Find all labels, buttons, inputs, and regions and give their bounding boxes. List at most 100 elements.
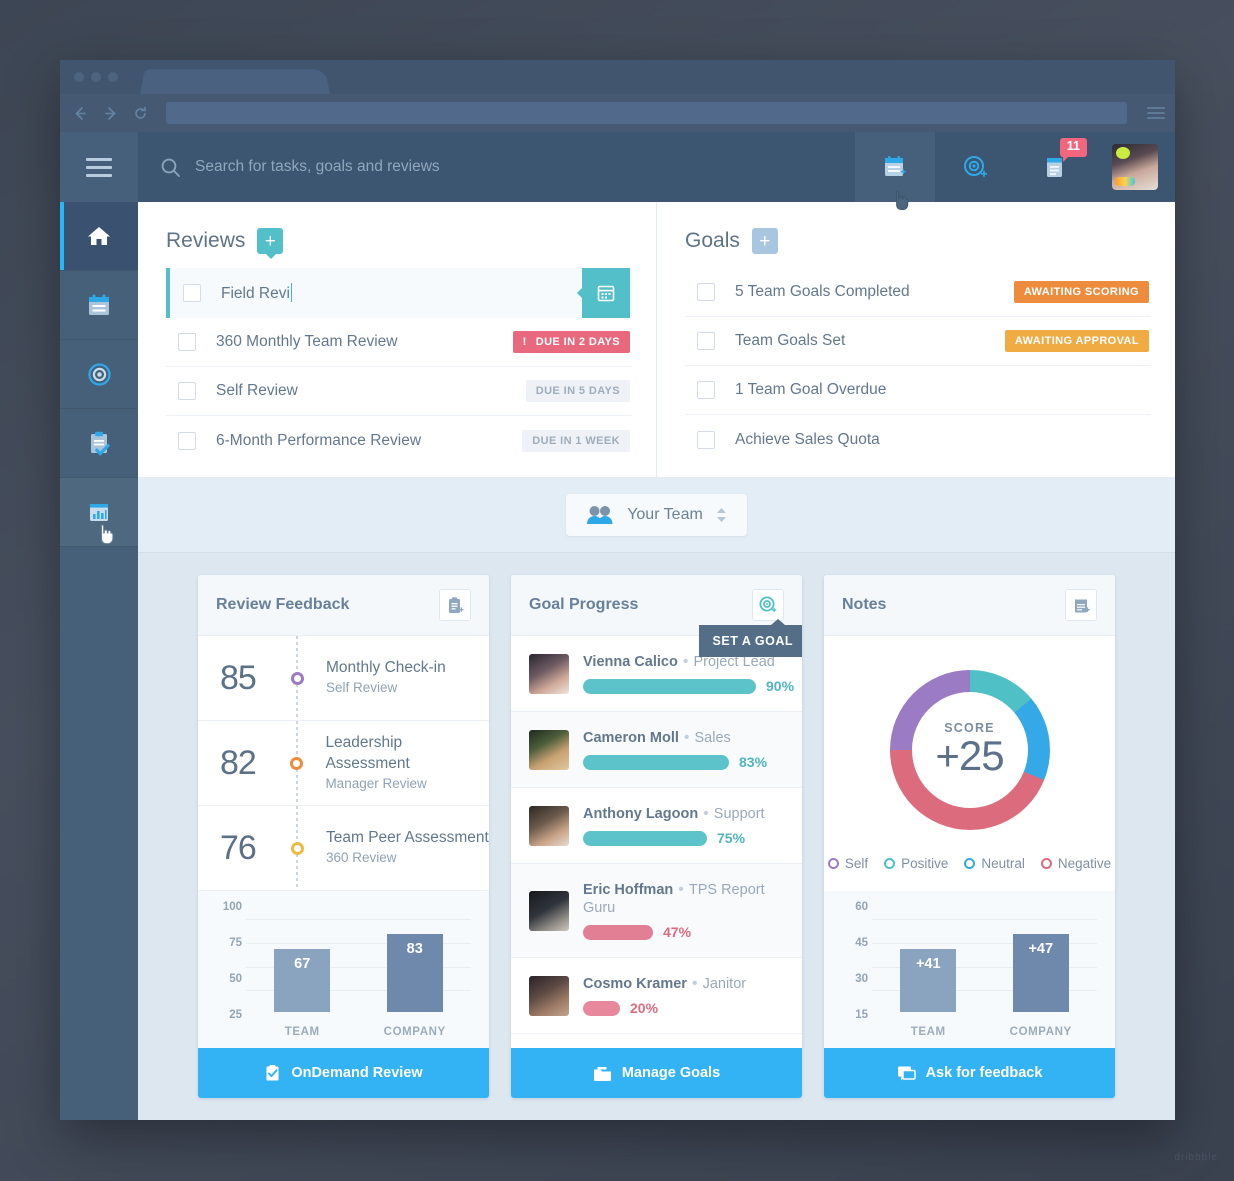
add-review-button[interactable]: + xyxy=(257,228,284,259)
goals-panel-header: Goals + xyxy=(685,228,1151,254)
feedback-row[interactable]: 82 Leadership Assessment Manager Review xyxy=(198,721,489,806)
goal-checkbox[interactable] xyxy=(697,430,715,449)
legend-item-negative[interactable]: Negative xyxy=(1040,856,1112,871)
browser-tab[interactable] xyxy=(140,69,330,94)
notifications-icon[interactable]: 11 xyxy=(1015,132,1095,202)
person-name: Vienna Calico xyxy=(583,654,678,670)
sidebar-item-calendar[interactable] xyxy=(60,271,138,340)
x-tick-label: COMPANY xyxy=(383,1026,446,1038)
goal-progress-row[interactable]: Eric Hoffman • TPS Report Guru 47% xyxy=(511,864,802,958)
y-tick-label: 100 xyxy=(222,900,242,913)
manage-goals-button[interactable]: Manage Goals xyxy=(511,1048,802,1098)
goals-panel: Goals + 5 Team Goals Completed AWAITING … xyxy=(657,202,1175,477)
person-role: Support xyxy=(713,806,765,822)
stepper-updown-icon[interactable] xyxy=(716,507,727,523)
browser-url-bar[interactable] xyxy=(166,102,1127,124)
reload-icon[interactable] xyxy=(130,103,150,123)
person-name: Cosmo Kramer xyxy=(583,976,687,992)
feedback-score: 76 xyxy=(220,828,257,867)
goal-progress-row[interactable]: Cameron Moll • Sales 83% xyxy=(511,712,802,788)
review-title-input[interactable]: Field Revi xyxy=(221,283,582,303)
ondemand-review-button[interactable]: OnDemand Review xyxy=(198,1048,489,1098)
review-due-date-button[interactable] xyxy=(577,268,630,318)
person-role: Janitor xyxy=(702,976,747,992)
review-checkbox[interactable] xyxy=(178,431,196,450)
search-input[interactable] xyxy=(195,158,821,176)
review-checkbox[interactable] xyxy=(183,284,201,302)
goal-progress-row[interactable]: Cosmo Kramer • Janitor 20% xyxy=(511,958,802,1034)
card-header: Notes xyxy=(824,575,1115,636)
goal-progress-card: Goal Progress SET A GOAL Vienna Calico •… xyxy=(511,575,802,1098)
close-window-button[interactable] xyxy=(74,72,84,82)
maximize-window-button[interactable] xyxy=(108,72,118,82)
legend-item-self[interactable]: Self xyxy=(827,856,868,871)
goal-row[interactable]: Achieve Sales Quota xyxy=(685,415,1151,464)
watermark: dribbble xyxy=(1174,1152,1218,1163)
goal-progress-row[interactable]: Anthony Lagoon • Support 75% xyxy=(511,788,802,864)
review-checkbox[interactable] xyxy=(178,333,196,351)
goal-row[interactable]: 1 Team Goal Overdue xyxy=(685,366,1151,415)
bar-chart-icon xyxy=(86,499,112,525)
ask-for-feedback-button[interactable]: Ask for feedback xyxy=(824,1048,1115,1098)
clipboard-add-icon[interactable] xyxy=(439,589,471,621)
notes-bar-chart: 60 45 30 15 +41 +47 TEAM COMPANY xyxy=(824,891,1115,1048)
minimize-window-button[interactable] xyxy=(91,72,101,82)
review-row[interactable]: 360 Monthly Team Review ! DUE IN 2 DAYS xyxy=(166,318,632,367)
avatar[interactable] xyxy=(1095,132,1175,202)
card-title: Notes xyxy=(842,596,887,613)
legend-item-neutral[interactable]: Neutral xyxy=(964,856,1025,871)
add-goal-button[interactable]: + xyxy=(751,228,778,254)
sidebar-item-goals[interactable] xyxy=(60,340,138,409)
feedback-row[interactable]: 85 Monthly Check-in Self Review xyxy=(198,636,489,721)
goal-checkbox[interactable] xyxy=(697,381,715,399)
reviews-panel: Reviews + Field Revi 360 Monthly Team Re… xyxy=(138,202,657,477)
note-add-icon[interactable] xyxy=(1065,589,1097,621)
search-bar[interactable] xyxy=(138,132,855,202)
x-tick-label: COMPANY xyxy=(1009,1026,1072,1038)
team-selector-strip: Your Team xyxy=(138,477,1175,553)
bar-value-label: 67 xyxy=(274,949,331,1012)
feedback-dot xyxy=(290,841,304,855)
sidebar-item-reports[interactable] xyxy=(60,478,138,547)
goal-checkbox[interactable] xyxy=(697,332,715,350)
chart-column-team: 67 xyxy=(246,909,359,1012)
team-selector-dropdown[interactable]: Your Team xyxy=(566,493,747,536)
legend-item-positive[interactable]: Positive xyxy=(884,856,948,871)
forward-arrow-icon[interactable] xyxy=(100,103,120,123)
progress-bar xyxy=(583,1000,620,1016)
goal-row[interactable]: Team Goals Set AWAITING APPROVAL xyxy=(685,317,1151,366)
feedback-text: Leadership Assessment Manager Review xyxy=(311,733,489,793)
review-label: 6-Month Performance Review xyxy=(216,431,422,449)
target-add-icon[interactable] xyxy=(752,589,784,621)
y-tick-label: 45 xyxy=(855,936,868,949)
browser-menu-icon[interactable] xyxy=(1147,107,1165,119)
goal-row[interactable]: 5 Team Goals Completed AWAITING SCORING xyxy=(685,268,1151,317)
feedback-row[interactable]: 76 Team Peer Assessment 360 Review xyxy=(198,806,489,891)
review-due-tag: ! DUE IN 2 DAYS xyxy=(512,331,630,353)
person-name: Eric Hoffman xyxy=(583,882,674,898)
goal-progress-person: Eric Hoffman • TPS Report Guru xyxy=(583,881,765,916)
goal-label: Team Goals Set xyxy=(735,332,846,349)
x-tick-label: TEAM xyxy=(284,1026,320,1038)
sidebar-item-home[interactable] xyxy=(60,202,138,271)
back-arrow-icon[interactable] xyxy=(70,103,90,123)
review-row[interactable]: 6-Month Performance Review DUE IN 1 WEEK xyxy=(166,416,632,465)
new-goal-icon[interactable] xyxy=(935,132,1015,202)
legend-label: Negative xyxy=(1057,856,1112,871)
progress-percent: 20% xyxy=(630,1000,659,1016)
window-traffic-lights[interactable] xyxy=(74,72,118,82)
review-row-editing[interactable]: Field Revi xyxy=(166,268,632,318)
goal-progress-body: Anthony Lagoon • Support 75% xyxy=(583,805,784,846)
notification-badge: 11 xyxy=(1059,138,1087,162)
review-row[interactable]: Self Review DUE IN 5 DAYS xyxy=(166,367,632,416)
avatar xyxy=(529,729,569,770)
feedback-subtitle: Self Review xyxy=(326,680,398,696)
review-checkbox[interactable] xyxy=(178,382,196,400)
goal-progress-body: Cosmo Kramer • Janitor 20% xyxy=(583,975,784,1016)
clipboard-check-icon xyxy=(264,1064,281,1082)
sidebar-item-reviews[interactable] xyxy=(60,409,138,478)
browser-window: 11 xyxy=(60,60,1175,1120)
hamburger-icon[interactable] xyxy=(60,132,138,202)
alert-icon: ! xyxy=(522,336,527,348)
goal-checkbox[interactable] xyxy=(697,283,715,301)
